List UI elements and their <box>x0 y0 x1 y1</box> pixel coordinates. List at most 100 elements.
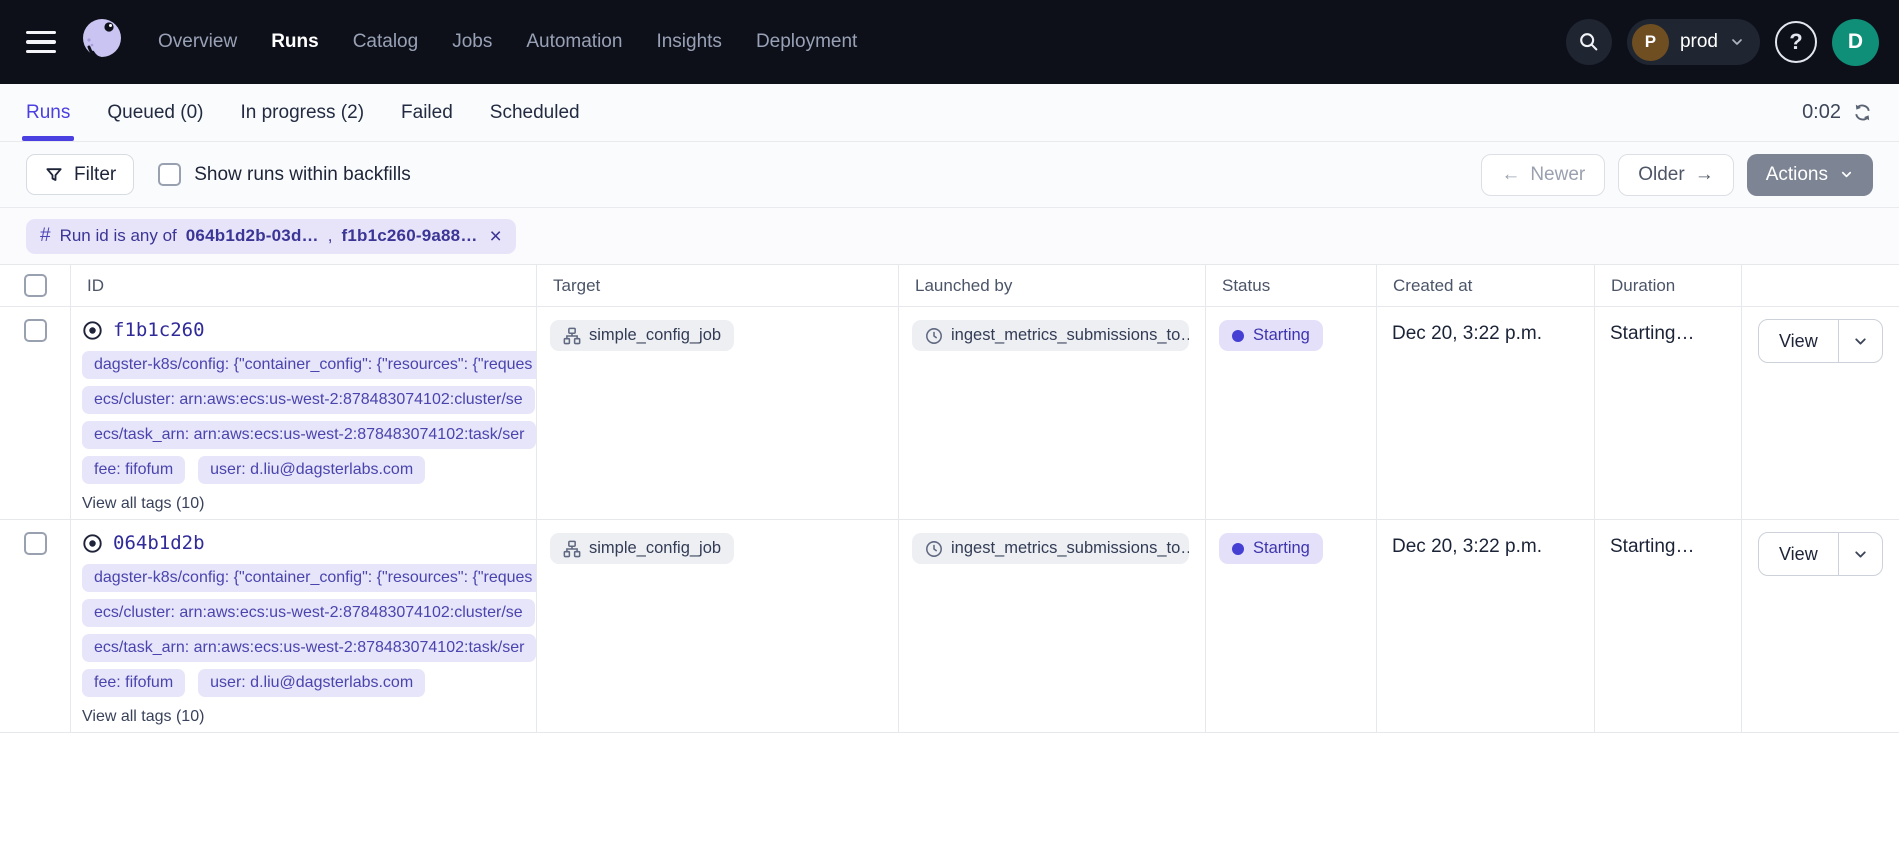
duration-value: Starting… <box>1595 307 1742 519</box>
tab-failed[interactable]: Failed <box>401 84 453 141</box>
run-tag[interactable]: dagster-k8s/config: {"container_config":… <box>82 351 537 379</box>
nav-item-jobs[interactable]: Jobs <box>452 31 492 53</box>
run-tag[interactable]: ecs/cluster: arn:aws:ecs:us-west-2:87848… <box>82 386 535 414</box>
run-id-text: f1b1c260 <box>113 319 205 341</box>
filter-button[interactable]: Filter <box>26 154 134 195</box>
run-id-text: 064b1d2b <box>113 532 205 554</box>
actions-button[interactable]: Actions <box>1747 154 1873 196</box>
status-badge[interactable]: Starting <box>1219 320 1323 351</box>
show-backfills-checkbox[interactable] <box>158 163 181 186</box>
run-tag[interactable]: fee: fifofum <box>82 456 185 484</box>
run-tag[interactable]: dagster-k8s/config: {"container_config":… <box>82 564 537 592</box>
filter-chip-separator: , <box>328 226 333 246</box>
actions-button-label: Actions <box>1766 164 1828 186</box>
help-button[interactable]: ? <box>1775 21 1817 63</box>
status-badge[interactable]: Starting <box>1219 533 1323 564</box>
run-tag[interactable]: user: d.liu@dagsterlabs.com <box>198 456 425 484</box>
nav-item-runs[interactable]: Runs <box>271 31 319 53</box>
view-more-chevron[interactable] <box>1839 320 1882 362</box>
status-dot-icon <box>1232 543 1244 555</box>
view-split-button: View <box>1758 532 1883 576</box>
runs-tabs-bar: Runs Queued (0) In progress (2) Failed S… <box>0 84 1899 142</box>
target-job-pill[interactable]: simple_config_job <box>550 533 734 564</box>
target-job-name: simple_config_job <box>589 539 721 558</box>
nav-item-deployment[interactable]: Deployment <box>756 31 857 53</box>
older-button[interactable]: Older → <box>1618 154 1733 196</box>
nav-item-insights[interactable]: Insights <box>656 31 721 53</box>
column-header-created-at: Created at <box>1377 265 1595 306</box>
tab-scheduled[interactable]: Scheduled <box>490 84 580 141</box>
launched-by-pill[interactable]: ingest_metrics_submissions_to… <box>912 533 1189 564</box>
column-header-actions <box>1742 265 1899 306</box>
filter-chip-run-id-1: 064b1d2b-03d… <box>186 226 319 246</box>
filter-button-label: Filter <box>74 164 116 186</box>
funnel-icon <box>44 165 64 185</box>
newer-button-label: Newer <box>1530 164 1585 186</box>
view-button[interactable]: View <box>1759 320 1838 362</box>
status-dot-icon <box>1232 330 1244 342</box>
tab-in-progress[interactable]: In progress (2) <box>240 84 364 141</box>
search-icon <box>1578 31 1600 53</box>
column-header-status: Status <box>1206 265 1377 306</box>
target-job-pill[interactable]: simple_config_job <box>550 320 734 351</box>
chevron-down-icon <box>1729 34 1745 50</box>
created-at-value: Dec 20, 3:22 p.m. <box>1377 307 1595 519</box>
column-header-duration: Duration <box>1595 265 1742 306</box>
deployment-switcher[interactable]: P prod <box>1627 19 1760 65</box>
tab-queued[interactable]: Queued (0) <box>107 84 203 141</box>
created-at-value: Dec 20, 3:22 p.m. <box>1377 520 1595 732</box>
arrow-left-icon: ← <box>1501 164 1520 186</box>
run-tag[interactable]: ecs/task_arn: arn:aws:ecs:us-west-2:8784… <box>82 421 536 449</box>
active-filters-row: # Run id is any of 064b1d2b-03d… , f1b1c… <box>0 208 1899 264</box>
view-more-chevron[interactable] <box>1839 533 1882 575</box>
job-graph-icon <box>563 540 581 558</box>
run-id-link[interactable]: f1b1c260 <box>82 319 205 341</box>
status-label: Starting <box>1253 326 1310 345</box>
runs-toolbar: Filter Show runs within backfills ← Newe… <box>0 142 1899 208</box>
user-avatar[interactable]: D <box>1832 19 1879 66</box>
nav-item-automation[interactable]: Automation <box>526 31 622 53</box>
row-checkbox[interactable] <box>24 532 47 555</box>
view-button[interactable]: View <box>1759 533 1838 575</box>
filter-chip-run-id-2: f1b1c260-9a88… <box>341 226 477 246</box>
nav-item-overview[interactable]: Overview <box>158 31 237 53</box>
launched-by-name: ingest_metrics_submissions_to… <box>951 326 1189 345</box>
row-checkbox[interactable] <box>24 319 47 342</box>
runs-table: ID Target Launched by Status Created at … <box>0 264 1899 733</box>
run-id-filter-chip[interactable]: # Run id is any of 064b1d2b-03d… , f1b1c… <box>26 219 516 254</box>
backfills-toggle-group: Show runs within backfills <box>158 163 410 186</box>
clock-icon <box>925 540 943 558</box>
run-tag[interactable]: fee: fifofum <box>82 669 185 697</box>
run-tag[interactable]: ecs/task_arn: arn:aws:ecs:us-west-2:8784… <box>82 634 536 662</box>
run-tag[interactable]: user: d.liu@dagsterlabs.com <box>198 669 425 697</box>
hamburger-menu-icon[interactable] <box>26 31 56 54</box>
run-id-link[interactable]: 064b1d2b <box>82 532 205 554</box>
view-all-tags-link[interactable]: View all tags (10) <box>82 495 204 513</box>
run-tag[interactable]: ecs/cluster: arn:aws:ecs:us-west-2:87848… <box>82 599 535 627</box>
nav-item-catalog[interactable]: Catalog <box>353 31 419 53</box>
select-all-checkbox[interactable] <box>24 274 47 297</box>
main-nav-links: Overview Runs Catalog Jobs Automation In… <box>158 31 857 53</box>
refresh-icon[interactable] <box>1852 102 1873 123</box>
launched-by-pill[interactable]: ingest_metrics_submissions_to… <box>912 320 1189 351</box>
column-header-target: Target <box>537 265 899 306</box>
hash-icon: # <box>40 225 51 247</box>
view-all-tags-link[interactable]: View all tags (10) <box>82 708 204 726</box>
run-status-circle-icon <box>82 533 103 554</box>
refresh-countdown: 0:02 <box>1802 101 1841 124</box>
dagster-logo-icon[interactable] <box>76 14 128 70</box>
target-job-name: simple_config_job <box>589 326 721 345</box>
newer-button[interactable]: ← Newer <box>1481 154 1605 196</box>
question-mark-icon: ? <box>1789 29 1802 55</box>
clock-icon <box>925 327 943 345</box>
top-nav: Overview Runs Catalog Jobs Automation In… <box>0 0 1899 84</box>
duration-value: Starting… <box>1595 520 1742 732</box>
tab-runs[interactable]: Runs <box>26 84 70 141</box>
search-button[interactable] <box>1566 19 1612 65</box>
deployment-avatar: P <box>1632 24 1669 61</box>
show-backfills-label: Show runs within backfills <box>194 164 410 186</box>
older-button-label: Older <box>1638 164 1684 186</box>
chevron-down-icon <box>1839 167 1854 182</box>
view-split-button: View <box>1758 319 1883 363</box>
remove-filter-icon[interactable]: × <box>490 226 502 247</box>
